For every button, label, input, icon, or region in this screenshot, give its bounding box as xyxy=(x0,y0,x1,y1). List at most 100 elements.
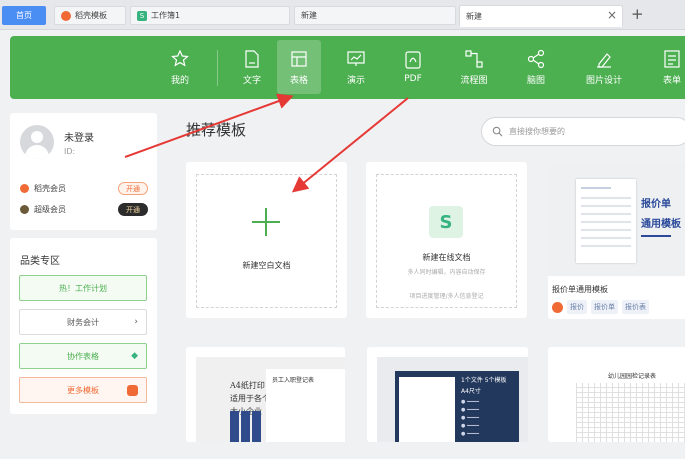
tool-spreadsheet[interactable]: 表格 xyxy=(277,40,321,94)
form-icon xyxy=(664,49,680,68)
user-name[interactable]: 未登录 xyxy=(64,129,94,144)
thumb-form: 员工入职登记表 xyxy=(266,369,345,442)
category-label: 更多模板 xyxy=(67,385,99,395)
tool-label: 脑图 xyxy=(526,75,545,86)
tag[interactable]: 报价表 xyxy=(622,300,649,314)
card-subtitle: 多人同时编辑，内容自动保存 xyxy=(407,269,486,276)
pdf-icon xyxy=(405,51,421,69)
tool-label: PDF xyxy=(404,74,422,84)
tool-mine[interactable]: 我的 xyxy=(158,40,202,94)
vip-label: 稻壳会员 xyxy=(34,184,66,193)
tool-form[interactable]: 表单 xyxy=(650,40,685,94)
vip-label: 超级会员 xyxy=(34,205,66,214)
search-icon xyxy=(492,126,503,137)
open-super-vip-button[interactable]: 开通 xyxy=(118,203,148,216)
flowchart-icon xyxy=(465,49,483,68)
app-toolbar: 我的 文字 表格 演示 PDF 流程图 脑图 图片设计 表单 xyxy=(10,36,685,99)
close-icon[interactable]: × xyxy=(607,8,617,22)
category-title: 品类专区 xyxy=(20,256,60,267)
tool-label: 表单 xyxy=(662,75,681,86)
tool-label: 图片设计 xyxy=(585,75,622,86)
template-card-kindergarten[interactable]: 幼儿园园检记录表 xyxy=(548,347,685,442)
tab-bar: 首页 稻壳模板 S 工作簿1 新建 新建 × + xyxy=(0,0,685,30)
open-daoke-vip-button[interactable]: 开通 xyxy=(118,182,148,195)
tool-mindmap[interactable]: 脑图 xyxy=(514,40,558,94)
layers-icon: ◆ xyxy=(131,351,138,361)
search-input[interactable]: 直接搜你想要的 xyxy=(481,117,685,146)
tab-label: 新建 xyxy=(466,11,482,21)
template-card-a4[interactable]: 1个文件 5个模板 A4尺寸 ● ━━━━ ● ━━━━ ● ━━━━ ● ━━… xyxy=(367,347,528,442)
binders-image xyxy=(200,409,261,442)
tab-label: 稻壳模板 xyxy=(75,11,107,20)
new-blank-document-card[interactable]: 新建空白文档 xyxy=(186,162,347,318)
user-panel: 未登录 ID: 稻壳会员 开通 超级会员 开通 xyxy=(10,113,157,230)
table-icon xyxy=(291,50,307,67)
chevron-right-icon: › xyxy=(134,317,138,327)
star-icon xyxy=(171,49,189,67)
section-title: 推荐模板 xyxy=(186,121,247,139)
daoke-vip-icon xyxy=(20,184,29,193)
toolbar-divider xyxy=(217,50,218,86)
tab-label: 新建 xyxy=(301,11,317,20)
card-subtitle: 项目进度管理/多人信息登记 xyxy=(409,293,484,300)
tool-label: 演示 xyxy=(346,75,365,86)
template-card-onboarding[interactable]: A4纸打印 适用于各个 大小企业 员工入职登记表 xyxy=(186,347,345,442)
dashed-frame xyxy=(376,174,517,308)
super-vip-icon xyxy=(20,205,29,214)
template-thumbnail: 1个文件 5个模板 A4尺寸 ● ━━━━ ● ━━━━ ● ━━━━ ● ━━… xyxy=(377,357,528,442)
category-finance[interactable]: 财务会计 › xyxy=(19,309,147,335)
daoke-logo-icon xyxy=(552,301,563,313)
thumb-subtitle: 通用模板 xyxy=(641,219,681,230)
avatar[interactable] xyxy=(20,125,54,159)
search-placeholder: 直接搜你想要的 xyxy=(509,127,565,136)
tool-flowchart[interactable]: 流程图 xyxy=(452,40,496,94)
tool-label: 文字 xyxy=(242,75,261,86)
category-label: 协作表格 xyxy=(67,351,99,361)
tool-document[interactable]: 文字 xyxy=(230,40,274,94)
tool-label: 我的 xyxy=(170,75,189,86)
tool-label: 表格 xyxy=(289,75,308,86)
tab-label: 首页 xyxy=(16,11,32,20)
tab-workbook[interactable]: S 工作簿1 xyxy=(130,6,290,25)
plus-icon xyxy=(252,208,280,236)
add-tab-icon[interactable]: + xyxy=(631,5,644,23)
template-thumbnail: 幼儿园园检记录表 xyxy=(558,357,685,442)
category-label: 财务会计 xyxy=(67,317,99,327)
template-title: 报价单通用模板 xyxy=(552,285,608,294)
daoke-logo-icon xyxy=(61,10,71,21)
dashed-frame xyxy=(196,174,337,308)
tool-pdf[interactable]: PDF xyxy=(391,40,435,94)
tab-label: 工作簿1 xyxy=(151,11,181,20)
tab-daoke-templates[interactable]: 稻壳模板 xyxy=(54,6,126,25)
thumb-title: 报价单 xyxy=(641,199,671,210)
card-label: 新建空白文档 xyxy=(242,261,291,270)
category-work-plan[interactable]: 热！工作计划 xyxy=(19,275,147,301)
template-thumbnail: 报价单 通用模板 xyxy=(548,163,685,276)
image-design-icon xyxy=(597,52,611,68)
vip-row-daoke: 稻壳会员 开通 xyxy=(20,182,148,195)
document-icon xyxy=(245,49,259,68)
vip-row-super: 超级会员 开通 xyxy=(20,203,148,216)
spreadsheet-icon: S xyxy=(137,10,147,21)
template-tags: 报价 报价单 报价表 xyxy=(552,300,649,314)
category-collab-sheet[interactable]: 协作表格 ◆ xyxy=(19,343,147,369)
category-more-templates[interactable]: 更多模板 xyxy=(19,377,147,403)
tool-presentation[interactable]: 演示 xyxy=(334,40,378,94)
quote-template-card[interactable]: 报价单 通用模板 报价单通用模板 报价 报价单 报价表 xyxy=(548,163,685,319)
user-id: ID: xyxy=(64,147,76,156)
tab-new-active[interactable]: 新建 × xyxy=(459,5,623,27)
tool-label: 流程图 xyxy=(460,75,488,86)
online-doc-icon: S xyxy=(429,206,463,238)
template-thumbnail: A4纸打印 适用于各个 大小企业 员工入职登记表 xyxy=(196,357,345,442)
presentation-icon xyxy=(347,50,365,66)
tag[interactable]: 报价 xyxy=(567,300,587,314)
category-panel: 品类专区 热！工作计划 财务会计 › 协作表格 ◆ 更多模板 xyxy=(10,238,157,414)
tag[interactable]: 报价单 xyxy=(591,300,618,314)
mindmap-icon xyxy=(527,49,545,68)
tool-image-design[interactable]: 图片设计 xyxy=(582,40,626,94)
category-label: 热！工作计划 xyxy=(59,283,107,293)
tab-new[interactable]: 新建 xyxy=(294,6,456,25)
new-online-document-card[interactable]: S 新建在线文档 多人同时编辑，内容自动保存 项目进度管理/多人信息登记 xyxy=(366,162,527,318)
tab-home[interactable]: 首页 xyxy=(2,6,46,25)
daoke-logo-icon xyxy=(127,384,138,396)
